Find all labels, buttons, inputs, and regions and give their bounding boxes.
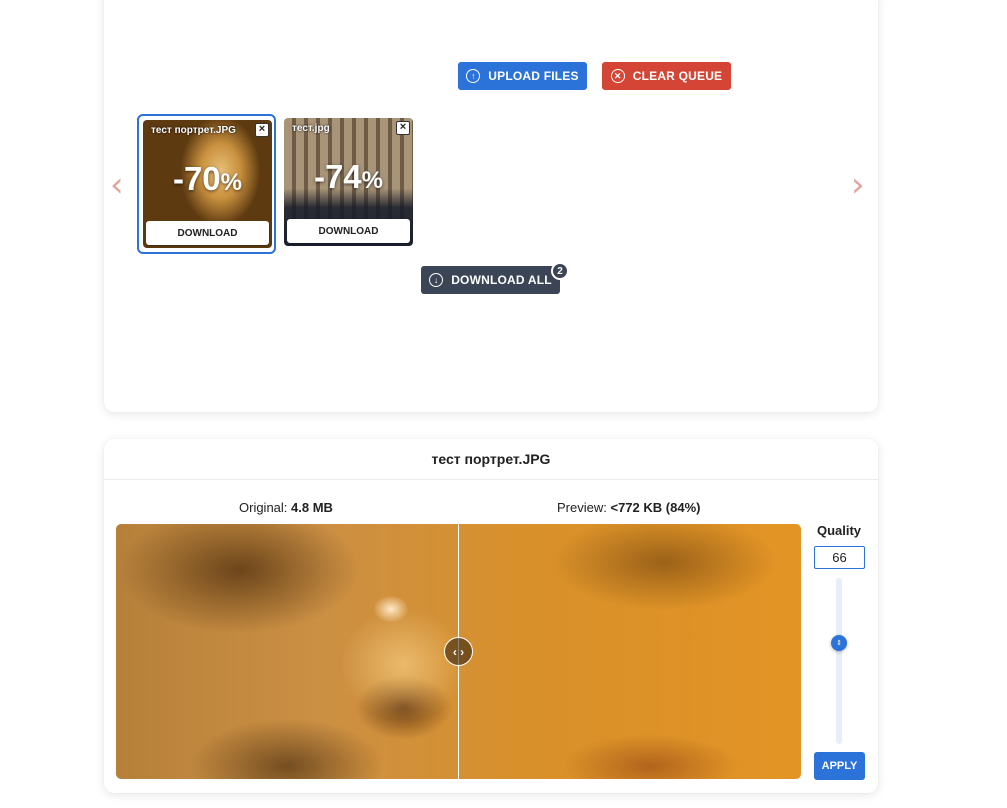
clear-queue-label: CLEAR QUEUE: [632, 69, 723, 83]
download-all-button[interactable]: ↓ DOWNLOAD ALL: [421, 266, 560, 294]
download-button[interactable]: DOWNLOAD: [287, 219, 410, 243]
reduction-percent: -74%: [313, 158, 384, 195]
preview-size-label: Preview: <772 KB (84%): [557, 500, 701, 515]
image-highlight: [374, 596, 408, 622]
preview-card: тест портрет.JPG Original: 4.8 MB Previe…: [104, 439, 878, 793]
download-all-label: DOWNLOAD ALL: [451, 273, 552, 287]
clear-queue-button[interactable]: ✕ CLEAR QUEUE: [602, 62, 731, 90]
carousel-prev-icon[interactable]: ‹: [110, 168, 124, 202]
apply-button[interactable]: APPLY: [814, 752, 865, 780]
upload-files-label: UPLOAD FILES: [488, 69, 579, 83]
remove-item-close-icon[interactable]: ×: [255, 123, 269, 137]
quality-slider-track[interactable]: [836, 578, 842, 744]
thumbnail-image: тест портрет.JPG × -70% DOWNLOAD: [143, 120, 272, 248]
download-button[interactable]: DOWNLOAD: [146, 221, 269, 245]
upload-circle-icon: ↑: [466, 69, 481, 83]
quality-input[interactable]: [814, 546, 865, 569]
thumbnail-filename: тест.jpg: [292, 123, 330, 134]
thumbnail-filename: тест портрет.JPG: [151, 125, 236, 136]
upload-files-button[interactable]: ↑ UPLOAD FILES: [458, 62, 587, 90]
original-size-value: 4.8 MB: [291, 500, 333, 515]
original-size-label: Original: 4.8 MB: [239, 500, 333, 515]
carousel-next-icon[interactable]: ›: [851, 168, 865, 202]
preview-size-percent: (84%): [665, 500, 701, 515]
queue-item[interactable]: тест портрет.JPG × -70% DOWNLOAD: [137, 114, 276, 254]
quality-slider-handle[interactable]: ⇕: [831, 635, 847, 651]
quality-label: Quality: [816, 523, 862, 538]
remove-item-close-icon[interactable]: ×: [396, 121, 410, 135]
thumbnail-image: тест.jpg × -74% DOWNLOAD: [284, 118, 413, 246]
download-count-badge: 2: [551, 262, 569, 280]
reduction-percent: -70%: [172, 160, 243, 197]
left-right-arrows-icon[interactable]: ‹ ›: [444, 637, 473, 666]
download-circle-icon: ↓: [429, 273, 444, 287]
compare-image-viewer[interactable]: ‹ ›: [116, 524, 801, 779]
preview-size-value: <772 KB: [610, 500, 663, 515]
preview-file-title: тест портрет.JPG: [104, 439, 878, 480]
queue-item[interactable]: тест.jpg × -74% DOWNLOAD: [280, 114, 419, 254]
close-circle-icon: ✕: [610, 69, 625, 83]
